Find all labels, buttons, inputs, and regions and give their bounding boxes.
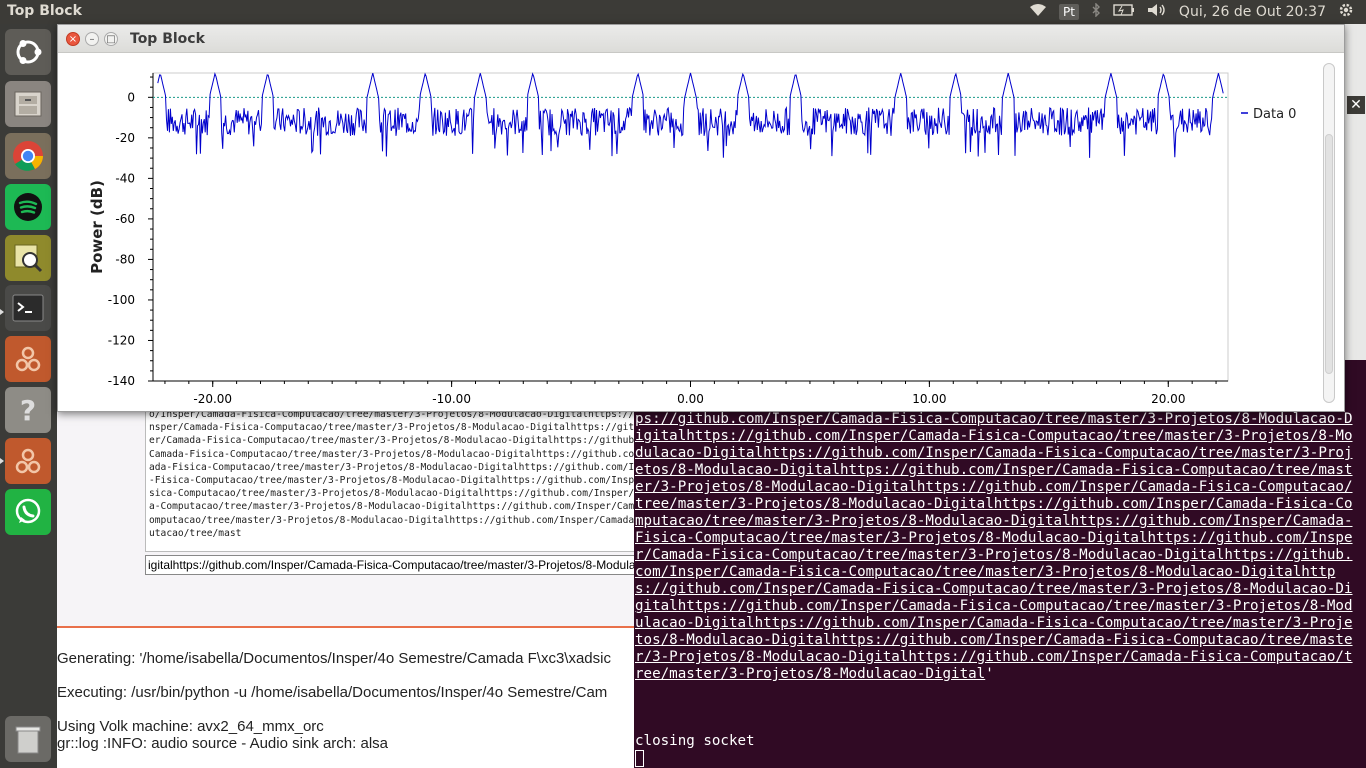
y-axis-label: Power (dB) [88, 180, 106, 274]
chrome-launcher-button[interactable] [5, 133, 51, 179]
gnuradio-launcher-button-2[interactable] [5, 438, 51, 484]
frequency-sink-plot[interactable]: 0 -20 -40 -60 -80 -100 -120 -140 -20.00 -10.00 0.0… [58, 53, 1318, 411]
legend-label: Data 0 [1253, 107, 1296, 122]
volume-icon[interactable] [1147, 3, 1167, 21]
message-text: o/Insper/Camada-Fisica-Computacao/tree/m… [149, 409, 704, 539]
window-close-button[interactable]: × [66, 32, 80, 46]
y-tick-label: -80 [115, 252, 135, 266]
clock[interactable]: Qui, 26 de Out 20:37 [1179, 4, 1326, 20]
y-tick-label: -60 [115, 212, 135, 226]
x-tick-label: 10.00 [912, 392, 946, 406]
y-tick-label: -100 [108, 293, 135, 307]
window-title: Top Block [130, 31, 205, 47]
trash-launcher-button[interactable] [5, 716, 51, 762]
top-block-window: × – □ Top Block 0 -20 -40 -60 -80 -100 -120 -14… [57, 24, 1345, 412]
running-indicator [0, 458, 4, 464]
y-tick-label: -120 [108, 333, 135, 347]
system-monitor-launcher-button[interactable] [5, 235, 51, 281]
running-indicator [0, 309, 4, 315]
battery-icon[interactable] [1113, 4, 1135, 20]
x-tick-label: 20.00 [1151, 392, 1185, 406]
whatsapp-launcher-button[interactable] [5, 489, 51, 535]
top-panel: Top Block Pt Qui, 26 de Out 20:37 [0, 0, 1366, 24]
window-minimize-button[interactable]: – [85, 32, 99, 46]
ubuntu-dash-button[interactable] [5, 29, 51, 75]
gnuradio-icon [15, 448, 41, 474]
unknown-app-launcher-button[interactable]: ? [5, 387, 51, 433]
terminal-launcher-button[interactable] [5, 285, 51, 331]
console-line: gr::log :INFO: audio source - Audio sink… [57, 735, 388, 752]
active-app-title: Top Block [7, 3, 82, 19]
window-maximize-button[interactable]: □ [104, 32, 118, 46]
x-tick-label: -20.00 [193, 392, 232, 406]
launcher: ? [0, 24, 57, 768]
magnifier-monitor-icon [14, 244, 43, 273]
terminal-cursor [635, 750, 644, 767]
terminal-window[interactable]: ps://github.com/Insper/Camada-Fisica-Com… [634, 360, 1366, 768]
url-input[interactable]: igitalhttps://github.com/Insper/Camada-F… [145, 555, 710, 575]
whatsapp-icon [15, 498, 41, 524]
bluetooth-icon[interactable] [1091, 2, 1101, 21]
gnuradio-icon [15, 346, 41, 372]
background-window-right: ✕ [1343, 24, 1366, 360]
files-launcher-button[interactable] [5, 81, 51, 127]
console-line: Generating: '/home/isabella/Documentos/I… [57, 650, 611, 667]
message-text-view[interactable]: o/Insper/Camada-Fisica-Computacao/tree/m… [145, 405, 710, 552]
terminal-icon [12, 294, 44, 322]
terminal-url-output[interactable]: ps://github.com/Insper/Camada-Fisica-Com… [635, 411, 1357, 683]
scrollbar-thumb[interactable] [1325, 134, 1333, 374]
gear-icon[interactable] [1338, 2, 1354, 22]
chrome-icon [13, 141, 43, 171]
wifi-icon[interactable] [1029, 3, 1047, 21]
question-mark-icon: ? [19, 393, 37, 427]
gnuradio-launcher-button[interactable] [5, 336, 51, 382]
x-axis-label: Frequency (kHz) [622, 410, 760, 411]
y-tick-label: 0 [127, 90, 135, 104]
y-tick-label: -20 [115, 131, 135, 145]
x-tick-label: 0.00 [677, 392, 704, 406]
console-line: Executing: /usr/bin/python -u /home/isab… [57, 684, 608, 701]
close-icon[interactable]: ✕ [1347, 96, 1365, 114]
console-output: Generating: '/home/isabella/Documentos/I… [57, 628, 634, 768]
y-tick-label: -140 [108, 374, 135, 388]
vertical-scrollbar[interactable] [1323, 63, 1335, 403]
x-tick-label: -10.00 [432, 392, 471, 406]
y-tick-label: -40 [115, 171, 135, 185]
console-line: Using Volk machine: avx2_64_mmx_orc [57, 718, 324, 735]
system-tray: Pt Qui, 26 de Out 20:37 [1029, 0, 1366, 24]
ubuntu-logo-icon [16, 40, 42, 64]
spotify-launcher-button[interactable] [5, 184, 51, 230]
spotify-icon [14, 193, 42, 221]
terminal-status-line: closing socket [635, 733, 755, 749]
file-cabinet-icon [14, 91, 42, 117]
trash-icon [15, 726, 41, 754]
keyboard-layout-indicator[interactable]: Pt [1058, 4, 1079, 20]
window-titlebar[interactable]: × – □ Top Block [58, 25, 1344, 53]
